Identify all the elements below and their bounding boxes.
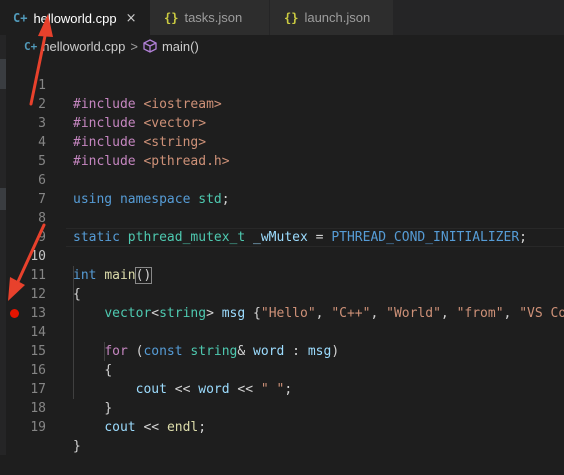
code-line: 11 {	[0, 247, 564, 302]
tab-tasks-json[interactable]: {} tasks.json	[150, 0, 270, 35]
json-file-icon: {}	[164, 10, 179, 25]
code-line: 7	[0, 171, 564, 207]
tab-helloworld-cpp[interactable]: C+ helloworld.cpp ×	[0, 0, 150, 35]
code-token: endl	[166, 420, 199, 435]
code-line: 5	[0, 133, 564, 169]
code-line: 13	[0, 285, 564, 321]
tab-label: helloworld.cpp	[33, 10, 117, 26]
code-token: ;	[198, 420, 207, 435]
code-line: 19 }	[0, 399, 564, 454]
code-token: }	[73, 439, 81, 454]
method-cube-icon	[143, 39, 157, 53]
tab-label: tasks.json	[184, 10, 243, 25]
breadcrumb-file[interactable]: helloworld.cpp	[42, 39, 125, 54]
tab-label: launch.json	[304, 10, 371, 25]
line-number: 19	[30, 420, 46, 435]
cpp-file-icon: C+	[24, 39, 38, 53]
code-line: 6 using namespace std;	[0, 152, 564, 207]
json-file-icon: {}	[284, 10, 299, 25]
code-line: 3 #include <string>	[0, 95, 564, 150]
code-line: 17 }	[0, 361, 564, 416]
code-line: 4 #include <pthread.h>	[0, 114, 564, 169]
code-line: 18 cout << endl;	[0, 380, 564, 435]
cpp-file-icon: C+	[13, 11, 28, 25]
breadcrumb: C+ helloworld.cpp > main()	[0, 35, 564, 57]
code-token: <<	[135, 420, 167, 435]
tab-bar: C+ helloworld.cpp × {} tasks.json {} lau…	[0, 0, 564, 35]
code-line: 1 #include <iostream>	[0, 57, 564, 112]
code-line-current: 10 int main()	[0, 228, 564, 284]
code-line: 14 for (const string& word : msg)	[0, 304, 564, 359]
code-line: 2 #include <vector>	[0, 76, 564, 131]
code-line: 8 static pthread_mutex_t _wMutex = PTHRE…	[0, 190, 564, 245]
tab-launch-json[interactable]: {} launch.json	[270, 0, 394, 35]
code-line: 16 cout << word << " ";	[0, 342, 564, 397]
code-editor[interactable]: 1 #include <iostream> 2 #include <vector…	[0, 57, 564, 455]
close-icon[interactable]: ×	[126, 11, 137, 26]
code-line: 12 vector<string> msg {"Hello", "C++", "…	[0, 266, 564, 321]
breadcrumb-symbol[interactable]: main()	[162, 39, 199, 54]
code-token: cout	[104, 420, 136, 435]
code-line: 15 {	[0, 323, 564, 378]
breadcrumb-separator: >	[130, 38, 138, 54]
code-line: 9	[0, 209, 564, 245]
